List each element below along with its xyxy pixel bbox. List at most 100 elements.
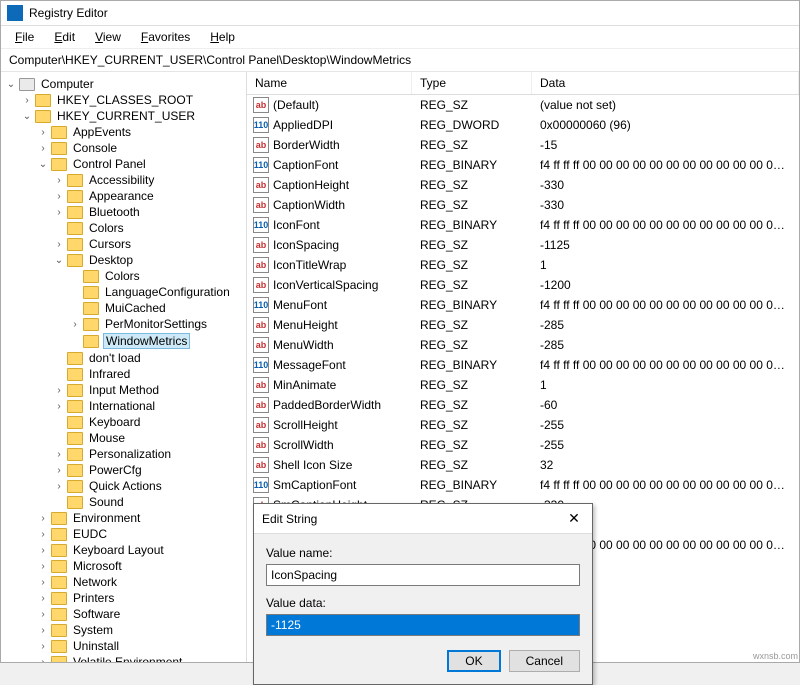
tree-node-computer[interactable]: ⌄Computer: [1, 76, 246, 92]
chevron-right-icon[interactable]: ›: [53, 481, 65, 492]
chevron-right-icon[interactable]: ›: [37, 641, 49, 652]
value-row[interactable]: abCaptionWidthREG_SZ-330: [247, 195, 799, 215]
tree-node-sound[interactable]: Sound: [1, 494, 246, 510]
chevron-right-icon[interactable]: ›: [37, 577, 49, 588]
tree-node-hkey-classes-root[interactable]: ›HKEY_CLASSES_ROOT: [1, 92, 246, 108]
chevron-right-icon[interactable]: ›: [53, 401, 65, 412]
chevron-right-icon[interactable]: ›: [53, 191, 65, 202]
chevron-right-icon[interactable]: ›: [53, 385, 65, 396]
tree-node-bluetooth[interactable]: ›Bluetooth: [1, 204, 246, 220]
chevron-right-icon[interactable]: ›: [37, 545, 49, 556]
tree-node-input-method[interactable]: ›Input Method: [1, 382, 246, 398]
tree-node-appearance[interactable]: ›Appearance: [1, 188, 246, 204]
value-row[interactable]: abPaddedBorderWidthREG_SZ-60: [247, 395, 799, 415]
chevron-right-icon[interactable]: ›: [21, 95, 33, 106]
value-row[interactable]: abScrollWidthREG_SZ-255: [247, 435, 799, 455]
tree-node-keyboard[interactable]: Keyboard: [1, 414, 246, 430]
tree-node-console[interactable]: ›Console: [1, 140, 246, 156]
address-bar[interactable]: Computer\HKEY_CURRENT_USER\Control Panel…: [1, 49, 799, 72]
tree-node-system[interactable]: ›System: [1, 622, 246, 638]
chevron-right-icon[interactable]: ›: [37, 143, 49, 154]
tree-node-environment[interactable]: ›Environment: [1, 510, 246, 526]
chevron-down-icon[interactable]: ⌄: [37, 159, 49, 170]
value-data-input[interactable]: [266, 614, 580, 636]
tree-node-printers[interactable]: ›Printers: [1, 590, 246, 606]
chevron-right-icon[interactable]: ›: [53, 449, 65, 460]
chevron-right-icon[interactable]: ›: [53, 175, 65, 186]
tree-node-desktop[interactable]: ⌄Desktop: [1, 252, 246, 268]
value-row[interactable]: abIconSpacingREG_SZ-1125: [247, 235, 799, 255]
value-name-input[interactable]: [266, 564, 580, 586]
value-row[interactable]: abMinAnimateREG_SZ1: [247, 375, 799, 395]
chevron-right-icon[interactable]: ›: [53, 465, 65, 476]
titlebar[interactable]: Registry Editor: [1, 1, 799, 26]
value-row[interactable]: abBorderWidthREG_SZ-15: [247, 135, 799, 155]
tree-node-control-panel[interactable]: ⌄Control Panel: [1, 156, 246, 172]
tree-node-keyboard-layout[interactable]: ›Keyboard Layout: [1, 542, 246, 558]
tree-node-colors[interactable]: Colors: [1, 220, 246, 236]
chevron-down-icon[interactable]: ⌄: [5, 79, 17, 90]
chevron-right-icon[interactable]: ›: [37, 127, 49, 138]
value-row[interactable]: 110MenuFontREG_BINARYf4 ff ff ff 00 00 0…: [247, 295, 799, 315]
ok-button[interactable]: OK: [447, 650, 500, 672]
tree-node-muicached[interactable]: MuiCached: [1, 300, 246, 316]
tree-pane[interactable]: ⌄Computer›HKEY_CLASSES_ROOT⌄HKEY_CURRENT…: [1, 72, 247, 662]
value-row[interactable]: abCaptionHeightREG_SZ-330: [247, 175, 799, 195]
chevron-down-icon[interactable]: ⌄: [21, 111, 33, 122]
tree-node-quick-actions[interactable]: ›Quick Actions: [1, 478, 246, 494]
tree-node-permonitorsettings[interactable]: ›PerMonitorSettings: [1, 316, 246, 332]
dialog-titlebar[interactable]: Edit String ✕: [254, 504, 592, 534]
tree-node-languageconfiguration[interactable]: LanguageConfiguration: [1, 284, 246, 300]
list-header[interactable]: Name Type Data: [247, 72, 799, 95]
chevron-right-icon[interactable]: ›: [37, 657, 49, 663]
value-row[interactable]: 110CaptionFontREG_BINARYf4 ff ff ff 00 0…: [247, 155, 799, 175]
value-row[interactable]: abShell Icon SizeREG_SZ32: [247, 455, 799, 475]
tree-node-appevents[interactable]: ›AppEvents: [1, 124, 246, 140]
value-row[interactable]: abMenuWidthREG_SZ-285: [247, 335, 799, 355]
value-row[interactable]: abScrollHeightREG_SZ-255: [247, 415, 799, 435]
menu-view[interactable]: View: [87, 28, 129, 46]
chevron-right-icon[interactable]: ›: [37, 529, 49, 540]
tree-node-mouse[interactable]: Mouse: [1, 430, 246, 446]
value-row[interactable]: 110IconFontREG_BINARYf4 ff ff ff 00 00 0…: [247, 215, 799, 235]
menu-file[interactable]: File: [7, 28, 42, 46]
cancel-button[interactable]: Cancel: [509, 650, 580, 672]
chevron-right-icon[interactable]: ›: [37, 625, 49, 636]
close-icon[interactable]: ✕: [564, 510, 584, 527]
tree-node-microsoft[interactable]: ›Microsoft: [1, 558, 246, 574]
chevron-right-icon[interactable]: ›: [37, 609, 49, 620]
tree-node-personalization[interactable]: ›Personalization: [1, 446, 246, 462]
tree-node-uninstall[interactable]: ›Uninstall: [1, 638, 246, 654]
menu-help[interactable]: Help: [202, 28, 243, 46]
value-row[interactable]: 110SmCaptionFontREG_BINARYf4 ff ff ff 00…: [247, 475, 799, 495]
chevron-right-icon[interactable]: ›: [69, 319, 81, 330]
menu-favorites[interactable]: Favorites: [133, 28, 198, 46]
col-data[interactable]: Data: [532, 72, 799, 94]
tree-node-powercfg[interactable]: ›PowerCfg: [1, 462, 246, 478]
value-row[interactable]: abIconVerticalSpacingREG_SZ-1200: [247, 275, 799, 295]
value-row[interactable]: abMenuHeightREG_SZ-285: [247, 315, 799, 335]
col-type[interactable]: Type: [412, 72, 532, 94]
chevron-right-icon[interactable]: ›: [37, 593, 49, 604]
chevron-right-icon[interactable]: ›: [37, 561, 49, 572]
tree-node-eudc[interactable]: ›EUDC: [1, 526, 246, 542]
value-row[interactable]: 110AppliedDPIREG_DWORD0x00000060 (96): [247, 115, 799, 135]
tree-node-cursors[interactable]: ›Cursors: [1, 236, 246, 252]
tree-node-colors[interactable]: Colors: [1, 268, 246, 284]
tree-node-infrared[interactable]: Infrared: [1, 366, 246, 382]
tree-node-network[interactable]: ›Network: [1, 574, 246, 590]
tree-node-software[interactable]: ›Software: [1, 606, 246, 622]
chevron-down-icon[interactable]: ⌄: [53, 255, 65, 266]
tree-node-hkey-current-user[interactable]: ⌄HKEY_CURRENT_USER: [1, 108, 246, 124]
value-row[interactable]: abIconTitleWrapREG_SZ1: [247, 255, 799, 275]
chevron-right-icon[interactable]: ›: [53, 239, 65, 250]
value-row[interactable]: 110MessageFontREG_BINARYf4 ff ff ff 00 0…: [247, 355, 799, 375]
menu-edit[interactable]: Edit: [46, 28, 83, 46]
tree-node-don-t-load[interactable]: don't load: [1, 350, 246, 366]
col-name[interactable]: Name: [247, 72, 412, 94]
value-row[interactable]: ab(Default)REG_SZ(value not set): [247, 95, 799, 115]
tree-node-international[interactable]: ›International: [1, 398, 246, 414]
tree-node-windowmetrics[interactable]: WindowMetrics: [1, 332, 246, 350]
tree-node-accessibility[interactable]: ›Accessibility: [1, 172, 246, 188]
tree-node-volatile-environment[interactable]: ›Volatile Environment: [1, 654, 246, 662]
